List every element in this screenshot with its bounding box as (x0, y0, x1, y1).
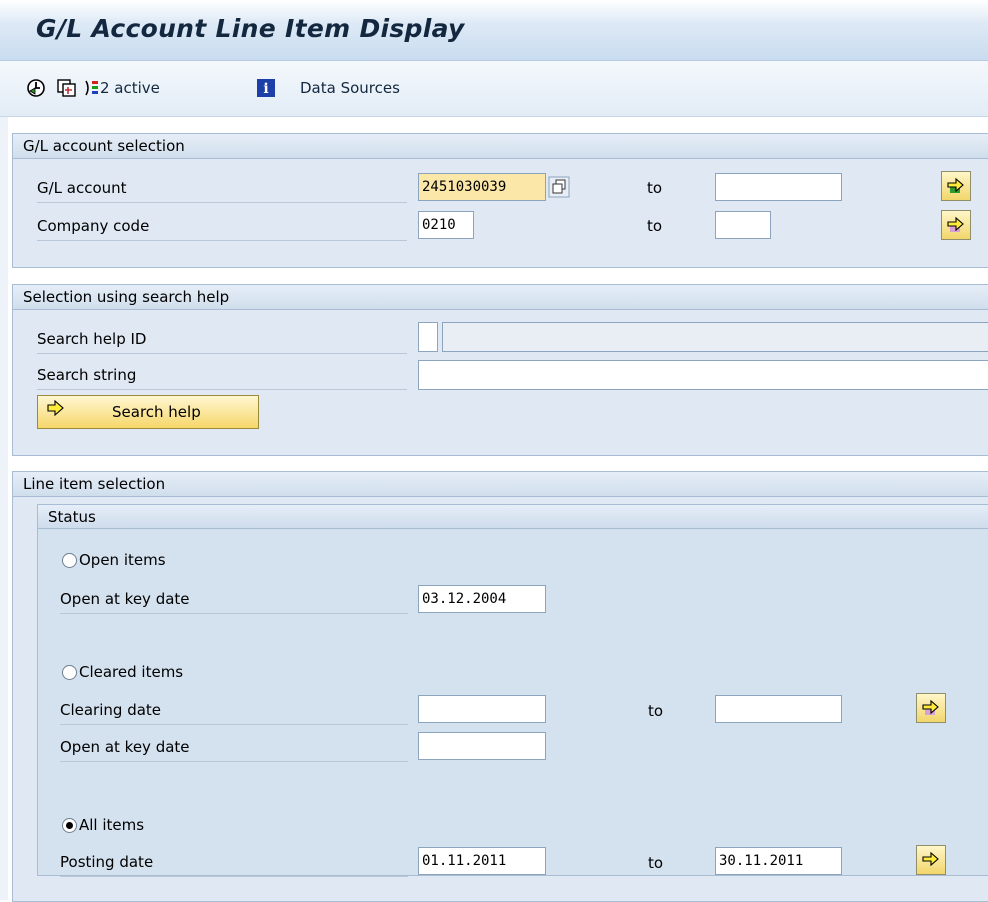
execute-icon[interactable] (26, 75, 46, 101)
multiple-selection-icon (947, 177, 964, 193)
arrow-right-icon (46, 399, 66, 420)
search-string-input[interactable] (418, 360, 988, 390)
gl-account-selection-group: G/L account selection G/L account 245103… (12, 133, 988, 268)
search-help-id-label: Search help ID (37, 325, 407, 354)
search-help-button-label: Search help (112, 403, 201, 421)
posting-date-to-input[interactable]: 30.11.2011 (715, 847, 842, 875)
clearing-date-to-input[interactable] (715, 695, 842, 723)
company-code-from-input[interactable]: 0210 (418, 211, 474, 239)
all-items-radio[interactable]: All items (62, 814, 144, 836)
gl-account-to-label: to (647, 179, 663, 197)
search-string-label: Search string (37, 361, 407, 390)
search-help-group: Selection using search help Search help … (12, 284, 988, 456)
cleared-items-radio[interactable]: Cleared items (62, 661, 183, 683)
gl-account-selection-heading: G/L account selection (13, 134, 988, 159)
status-group: Status Open items Open at key date 03.12… (37, 504, 988, 877)
multiple-selection-icon (947, 216, 964, 232)
multiple-selection-icon (922, 851, 939, 867)
search-help-heading: Selection using search help (13, 285, 988, 310)
svg-text:i: i (263, 81, 268, 97)
gl-account-to-input[interactable] (715, 173, 842, 201)
open-items-label: Open items (79, 551, 166, 569)
gl-account-multiple-selection-button[interactable] (941, 171, 971, 201)
cleared-items-label: Cleared items (79, 663, 184, 681)
page-title: G/L Account Line Item Display (36, 14, 465, 43)
clearing-date-from-input[interactable] (418, 695, 546, 723)
open-key-date-input[interactable]: 03.12.2004 (418, 585, 546, 613)
posting-date-from-input[interactable]: 01.11.2011 (418, 847, 546, 875)
cleared-items-radio-circle[interactable] (62, 664, 77, 680)
title-bar: G/L Account Line Item Display (0, 0, 988, 61)
matchcode-icon[interactable] (548, 176, 570, 198)
company-code-multiple-selection-button[interactable] (941, 210, 971, 240)
open-items-radio-circle[interactable] (62, 552, 77, 568)
clearing-date-label: Clearing date (60, 696, 408, 725)
open-key-date-label: Open at key date (60, 585, 408, 614)
cleared-key-date-input[interactable] (418, 732, 546, 760)
application-toolbar: 2 active i Data Sources (0, 61, 988, 117)
all-items-label: All items (79, 816, 145, 834)
gl-account-from-input[interactable]: 2451030039 (418, 173, 546, 201)
status-heading: Status (38, 505, 988, 529)
left-margin (0, 117, 8, 900)
line-item-selection-heading: Line item selection (13, 472, 988, 497)
active-selections-label[interactable]: 2 active (100, 75, 160, 101)
open-items-radio[interactable]: Open items (62, 549, 166, 571)
search-help-button[interactable]: Search help (37, 395, 259, 429)
posting-date-label: Posting date (60, 848, 408, 877)
data-sources-button[interactable]: Data Sources (300, 75, 400, 101)
posting-date-to-label: to (648, 854, 664, 872)
dynamic-selections-icon[interactable] (84, 75, 100, 101)
line-item-selection-group: Line item selection Status Open items Op… (12, 471, 988, 902)
clearing-date-multiple-selection-button[interactable] (916, 693, 946, 723)
posting-date-multiple-selection-button[interactable] (916, 845, 946, 875)
multiple-selection-icon (922, 699, 939, 715)
search-help-description-field (442, 322, 988, 352)
search-help-id-input[interactable] (418, 322, 438, 352)
clearing-date-to-label: to (648, 702, 664, 720)
company-code-to-input[interactable] (715, 211, 771, 239)
variant-icon[interactable] (56, 75, 78, 101)
gl-account-label: G/L account (37, 174, 407, 203)
info-icon[interactable]: i (256, 75, 276, 101)
company-code-to-label: to (647, 217, 663, 235)
all-items-radio-circle[interactable] (62, 817, 77, 833)
cleared-key-date-label: Open at key date (60, 733, 408, 762)
company-code-label: Company code (37, 212, 407, 241)
